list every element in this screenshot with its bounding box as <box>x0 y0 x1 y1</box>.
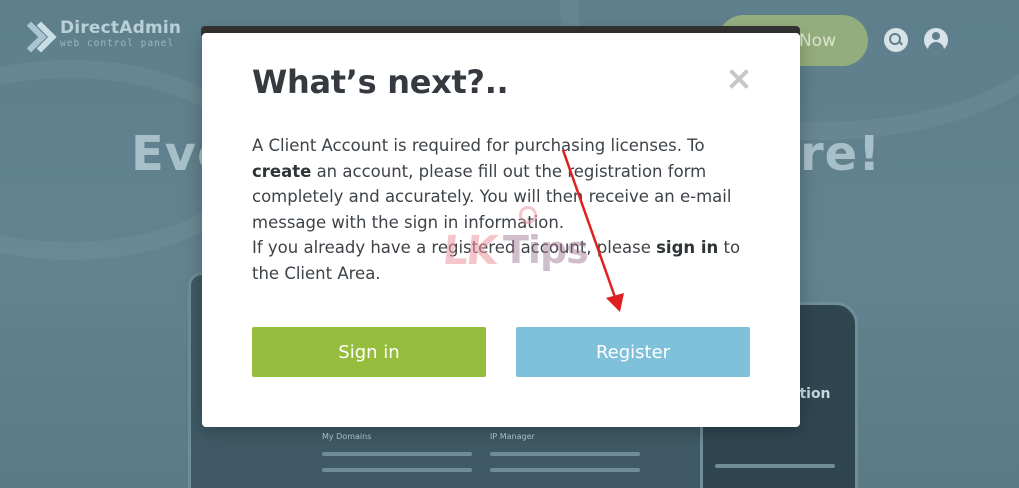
brand-logo[interactable]: DirectAdmin web control panel <box>22 18 181 52</box>
dialog-message: A Client Account is required for purchas… <box>252 133 752 286</box>
message-text: A Client Account is required for purchas… <box>252 136 705 155</box>
dialog-title: What’s next?.. <box>252 63 509 101</box>
message-emphasis-create: create <box>252 161 312 181</box>
panel-title: My Domains <box>322 432 372 441</box>
panel-row <box>490 452 640 456</box>
panel-row <box>322 468 472 472</box>
register-button[interactable]: Register <box>516 327 750 377</box>
message-text: If you already have a registered account… <box>252 238 657 257</box>
search-icon[interactable] <box>884 28 908 52</box>
panel-row <box>715 464 835 468</box>
sign-in-button[interactable]: Sign in <box>252 327 486 377</box>
panel-row <box>322 452 472 456</box>
brand-logo-icon <box>22 18 52 52</box>
close-icon[interactable] <box>724 65 754 95</box>
brand-tagline: web control panel <box>60 38 175 49</box>
whats-next-dialog: What’s next?.. A Client Account is requi… <box>202 33 800 427</box>
brand-name: DirectAdmin <box>60 18 182 38</box>
panel-row <box>490 468 640 472</box>
message-text: an account, please fill out the registra… <box>252 161 732 232</box>
message-emphasis-sign-in: sign in <box>656 238 719 257</box>
panel-title: IP Manager <box>490 432 535 441</box>
hero-headline-right: re! <box>800 126 882 182</box>
user-icon[interactable] <box>924 28 948 52</box>
